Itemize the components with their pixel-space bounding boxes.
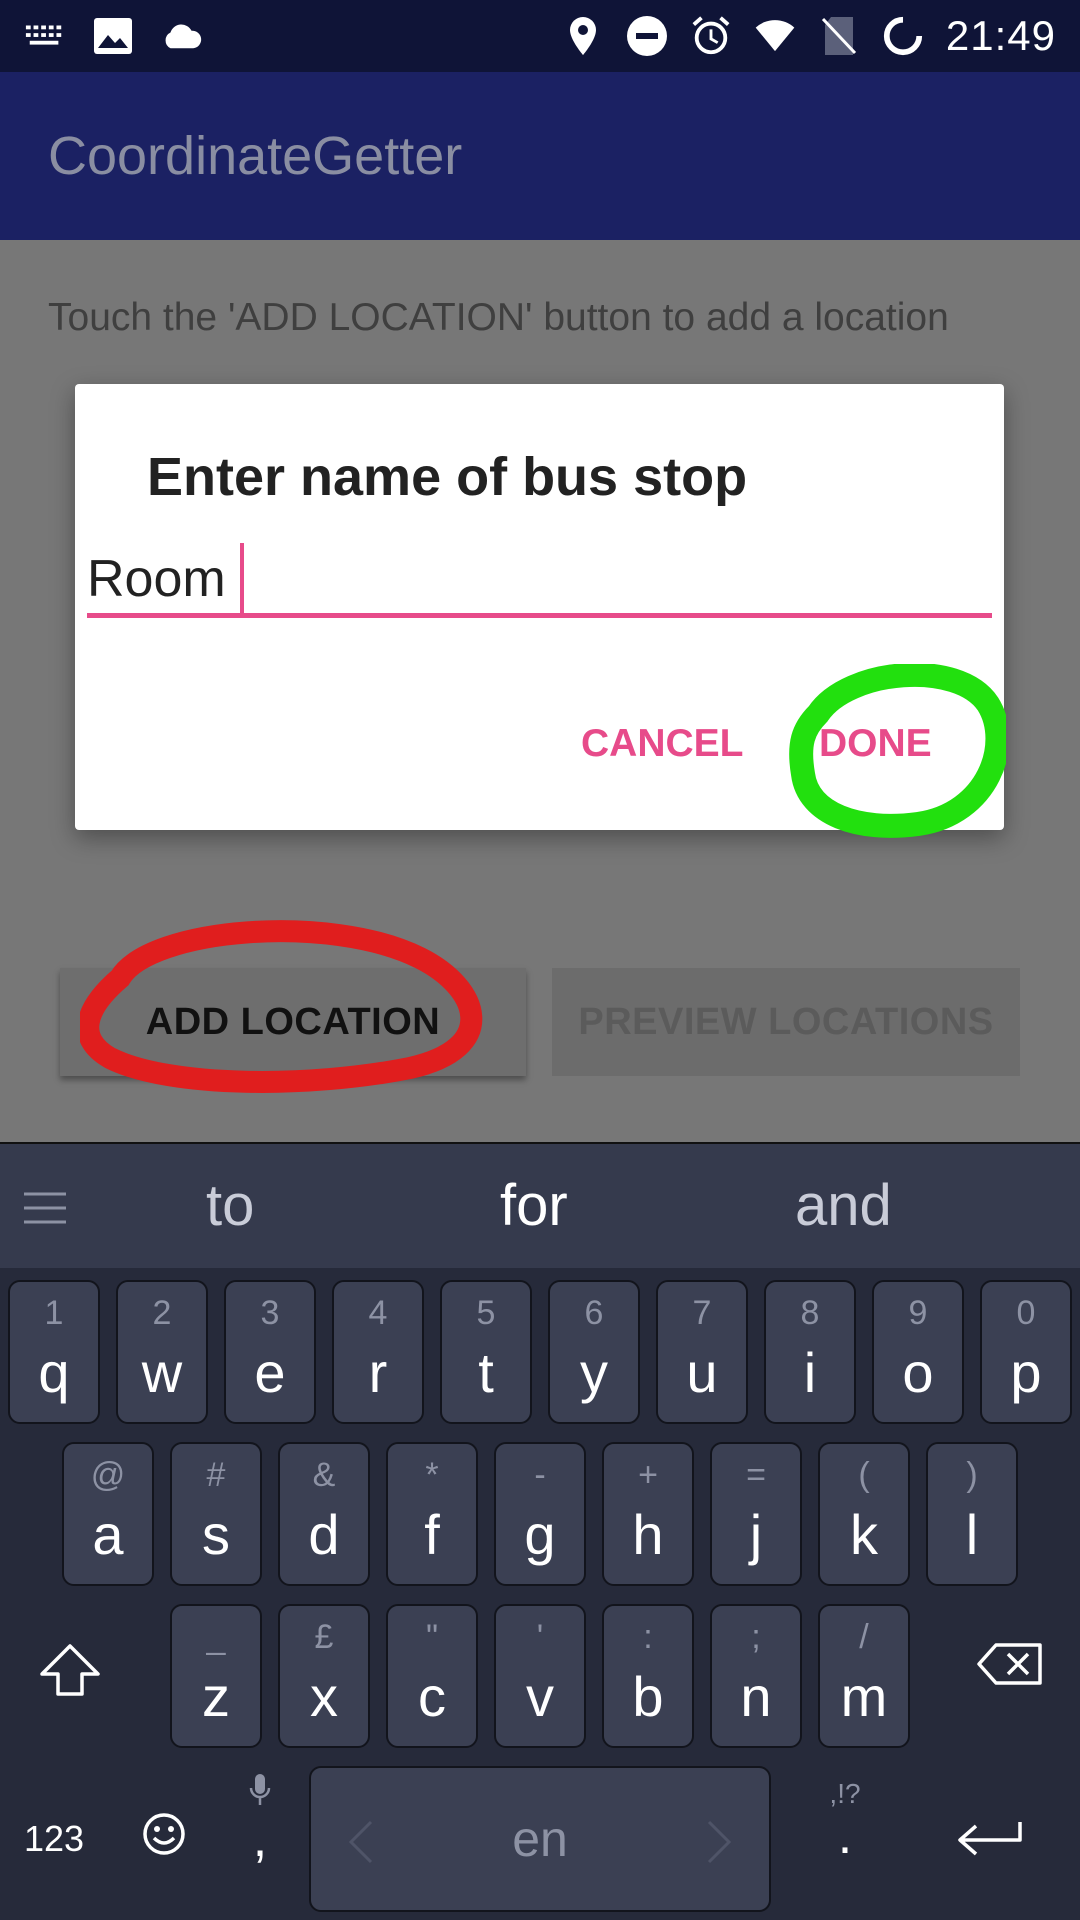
key-q[interactable]: 1q — [8, 1280, 100, 1424]
key-t[interactable]: 5t — [440, 1280, 532, 1424]
image-icon — [92, 15, 134, 57]
app-title: CoordinateGetter — [48, 126, 463, 186]
key-a[interactable]: @ a — [62, 1442, 154, 1586]
instruction-text: Touch the 'ADD LOCATION' button to add a… — [48, 296, 949, 339]
shift-icon[interactable] — [38, 1642, 102, 1703]
text-cursor — [239, 542, 244, 615]
key-b[interactable]: :b — [602, 1604, 694, 1748]
add-location-button[interactable]: ADD LOCATION — [60, 968, 526, 1076]
app-bar: CoordinateGetter — [0, 72, 1080, 240]
preview-locations-button[interactable]: PREVIEW LOCATIONS — [552, 968, 1020, 1076]
key-k[interactable]: (k — [818, 1442, 910, 1586]
suggestion-and[interactable]: and — [795, 1172, 892, 1239]
period-key[interactable]: ,!? . — [820, 1778, 870, 1862]
mic-icon — [242, 1772, 278, 1813]
language-label: en — [512, 1811, 568, 1867]
key-v[interactable]: ' v — [494, 1604, 586, 1748]
emoji-icon[interactable] — [142, 1812, 186, 1861]
key-c[interactable]: " c — [386, 1604, 478, 1748]
key-n[interactable]: ; n — [710, 1604, 802, 1748]
key-i[interactable]: 8i — [764, 1280, 856, 1424]
name-dialog: Enter name of bus stop Room CANCEL DONE — [75, 384, 1004, 830]
done-button[interactable]: DONE — [819, 722, 932, 766]
suggestion-bar: to for and — [0, 1142, 1080, 1268]
key-d[interactable]: & d — [278, 1442, 370, 1586]
battery-icon — [882, 15, 924, 57]
backspace-icon[interactable] — [976, 1642, 1044, 1691]
location-icon — [562, 15, 604, 57]
wifi-icon — [754, 15, 796, 57]
suggestion-to[interactable]: to — [206, 1172, 254, 1239]
key-s[interactable]: # s — [170, 1442, 262, 1586]
menu-icon[interactable] — [22, 1188, 68, 1233]
key-z[interactable]: _ z — [170, 1604, 262, 1748]
space-key[interactable]: en — [309, 1766, 771, 1912]
key-x[interactable]: £ x — [278, 1604, 370, 1748]
key-y[interactable]: 6y — [548, 1280, 640, 1424]
cancel-button[interactable]: CANCEL — [581, 722, 744, 766]
key-w[interactable]: 2w — [116, 1280, 208, 1424]
key-l[interactable]: ) l — [926, 1442, 1018, 1586]
key-u[interactable]: 7u — [656, 1280, 748, 1424]
suggestion-for[interactable]: for — [500, 1172, 568, 1239]
key-o[interactable]: 9o — [872, 1280, 964, 1424]
do-not-disturb-icon — [626, 15, 668, 57]
bus-stop-name-input[interactable]: Room — [87, 542, 992, 618]
cloud-icon — [160, 15, 202, 57]
dialog-title: Enter name of bus stop — [147, 447, 748, 507]
key-f[interactable]: * f — [386, 1442, 478, 1586]
key-j[interactable]: = j — [710, 1442, 802, 1586]
status-bar: 21:49 — [0, 0, 1080, 72]
key-r[interactable]: 4r — [332, 1280, 424, 1424]
keyboard-icon — [24, 15, 66, 57]
enter-icon[interactable] — [956, 1818, 1026, 1867]
key-p[interactable]: 0p — [980, 1280, 1072, 1424]
chevron-left-icon — [347, 1820, 375, 1876]
no-sim-icon — [818, 15, 860, 57]
alarm-icon — [690, 15, 732, 57]
key-e[interactable]: 3e — [224, 1280, 316, 1424]
comma-key[interactable]: , — [242, 1772, 278, 1865]
soft-keyboard: to for and 1q 2w 3e 4r 5t 6y 7u 8i 9o 0p… — [0, 1142, 1080, 1920]
input-text: Room — [87, 549, 226, 608]
chevron-right-icon — [705, 1820, 733, 1876]
key-g[interactable]: -g — [494, 1442, 586, 1586]
key-h[interactable]: + h — [602, 1442, 694, 1586]
clock: 21:49 — [945, 12, 1056, 59]
key-m[interactable]: / m — [818, 1604, 910, 1748]
numbers-key[interactable]: 123 — [24, 1818, 84, 1860]
